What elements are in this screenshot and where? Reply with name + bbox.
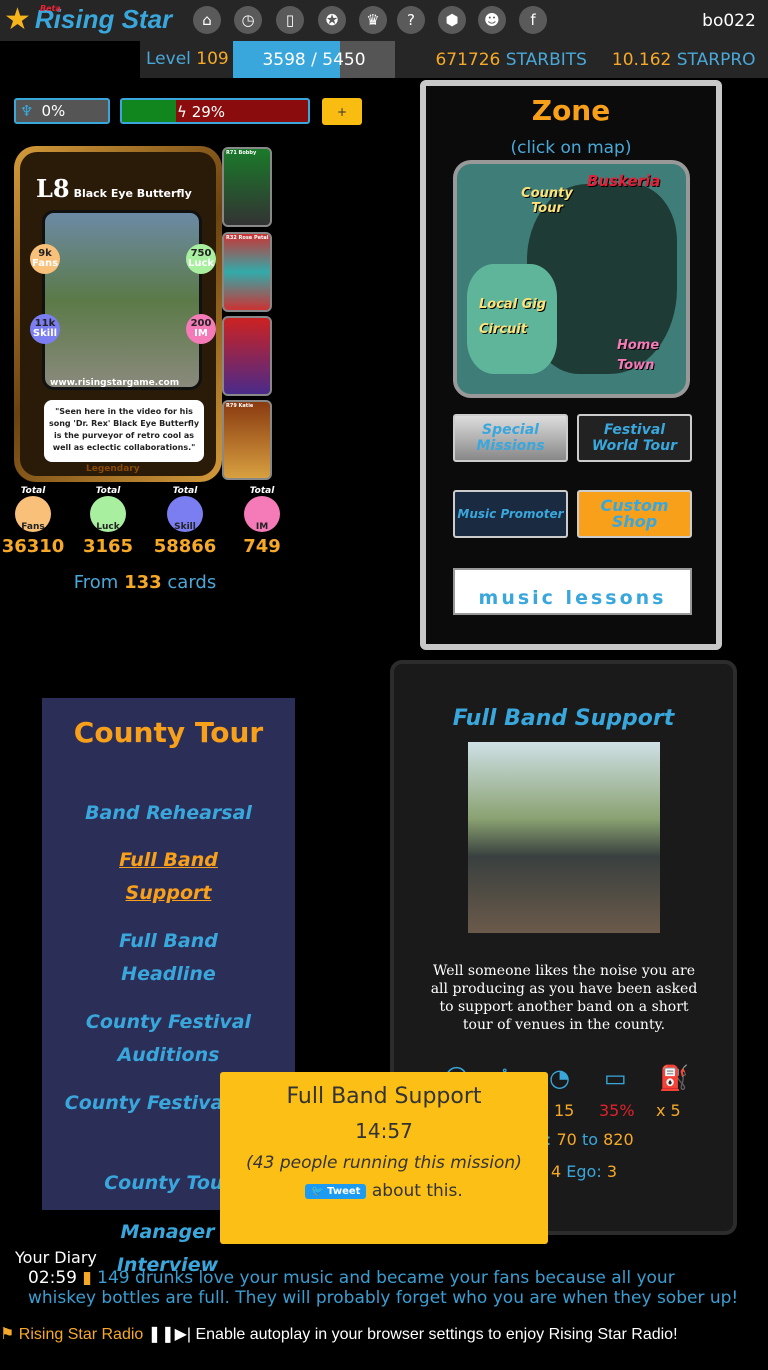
mini-card-label: R32 Rose Petal (226, 235, 269, 241)
card-quote: "Seen here in the video for his song 'Dr… (44, 400, 204, 462)
award-ribbon-icon[interactable]: ✪ (318, 6, 346, 34)
mission-title: Full Band Support (452, 706, 675, 731)
hive-icon[interactable]: ⬢ (438, 6, 466, 34)
radio-bar: ⚑ Rising Star Radio ❚❚▶| Enable autoplay… (0, 1322, 740, 1348)
mission-full-band-support[interactable]: Full Band Support (105, 844, 232, 910)
currency-bar: 671726 STARBITS 10.162 STARPRO (423, 41, 768, 78)
energy-bar: ϟ 29% (120, 98, 310, 124)
trophy-icon[interactable]: ♛ (359, 6, 387, 34)
county-tour-title: County Tour (73, 716, 264, 749)
music-lessons-button[interactable]: music lessons (453, 568, 692, 615)
card-skill: 11k Skill (30, 314, 60, 344)
mini-card-label: R79 Katie (226, 403, 254, 409)
radio-next-button[interactable]: ▶| (175, 1326, 191, 1343)
mission-energy: 35% (599, 1101, 635, 1120)
radio-icon: ⚑ (0, 1326, 15, 1343)
special-missions-button[interactable]: Special Missions (453, 414, 568, 462)
zone-panel: Zone (click on map) County Tour Buskeria… (420, 80, 722, 650)
energy-text: ϟ 29% (177, 103, 226, 121)
map-county-tour[interactable]: County Tour (517, 186, 577, 216)
level-label: Level 109 (146, 49, 229, 69)
mini-card[interactable]: R79 Katie (222, 400, 272, 480)
add-energy-button[interactable]: + (322, 98, 362, 125)
featured-card[interactable]: L8 Black Eye Butterfly 9k Fans 750 Luck 11k… (14, 146, 222, 482)
mission-fuel: x 5 (656, 1101, 681, 1120)
tweet-about-text: about this. (371, 1181, 463, 1201)
mission-ego: 4 Ego: 3 (551, 1162, 618, 1181)
map-buskeria[interactable]: Buskeria (587, 172, 660, 190)
ego-meter: ♆ 0% (14, 98, 110, 124)
mission-county-festival-auditions[interactable]: County Festival Auditions (62, 1006, 275, 1072)
energy-fill (122, 100, 176, 122)
xp-progress-bar: 3598 / 5450 (233, 41, 395, 78)
ego-value: 0% (41, 102, 66, 120)
card-luck: 750 Luck (186, 244, 216, 274)
timer-icon: ◔ (549, 1064, 570, 1092)
zone-map[interactable]: County Tour Buskeria Local Gig Circuit H… (453, 160, 690, 398)
music-promoter-button[interactable]: Music Promoter (453, 490, 568, 538)
festival-world-tour-button[interactable]: Festival World Tour (577, 414, 692, 462)
lightning-icon: ϟ (177, 103, 187, 121)
cards-icon[interactable]: ▯ (276, 6, 304, 34)
logo[interactable]: ★ Beta Rising Star (4, 4, 172, 35)
battery-icon: ▭ (604, 1064, 627, 1092)
twitter-icon: 🐦 (311, 1185, 324, 1197)
stopwatch-icon[interactable]: ◷ (234, 6, 262, 34)
tweet-button[interactable]: 🐦 Tweet (305, 1183, 367, 1199)
mini-card[interactable] (222, 316, 272, 396)
mission-tooltip: Full Band Support 14:57 (43 people runni… (220, 1072, 548, 1244)
mission-image (468, 742, 660, 933)
radio-pause-button[interactable]: ❚❚ (148, 1326, 175, 1343)
diary-entry: 02:59 ▮ 149 drunks love your music and b… (28, 1268, 739, 1308)
radio-label: Rising Star Radio (18, 1326, 144, 1343)
card-rarity: Legendary (86, 464, 140, 474)
zone-title: Zone (531, 94, 611, 127)
card-fans: 9k Fans (30, 244, 60, 274)
starbits: 671726 STARBITS (435, 49, 587, 70)
username[interactable]: bo022 (690, 0, 768, 41)
mission-time: 15 (554, 1101, 575, 1120)
mini-card-label: R71 Bobby (226, 150, 257, 156)
mini-card[interactable]: R71 Bobby (222, 147, 272, 227)
total-skill: Total Skill 58866 (153, 486, 217, 557)
xp-text: 3598 / 5450 (262, 50, 366, 70)
custom-shop-button[interactable]: Custom Shop (577, 490, 692, 538)
card-url: www.risingstargame.com (50, 378, 180, 388)
facebook-icon[interactable]: f (519, 6, 547, 34)
radio-message: Enable autoplay in your browser settings… (195, 1326, 678, 1343)
total-im: Total IM 749 (243, 486, 281, 557)
star-logo-icon: ★ (4, 1, 31, 37)
running-count: (43 people running this mission) (246, 1153, 522, 1173)
mission-range: : 70 to 820 (546, 1130, 634, 1149)
starpro: 10.162 STARPRO (611, 49, 756, 70)
help-icon[interactable]: ? (397, 6, 425, 34)
card-title: L8 Black Eye Butterfly (36, 174, 192, 203)
total-fans: Total Fans 36310 (1, 486, 65, 557)
mission-description: Well someone likes the noise you are all… (430, 963, 698, 1033)
tooltip-title: Full Band Support (286, 1084, 482, 1109)
beer-icon: ▮ (82, 1268, 92, 1288)
diary-title: Your Diary (15, 1248, 97, 1267)
card-photo (42, 210, 202, 390)
map-local-gig-circuit[interactable]: Local Gig Circuit (479, 292, 549, 342)
card-count: From 133 cards (73, 572, 217, 593)
map-home-town[interactable]: Home Town (617, 336, 667, 376)
mission-full-band-headline[interactable]: Full Band Headline (105, 925, 232, 991)
home-icon[interactable]: ⌂ (193, 6, 221, 34)
mission-band-rehearsal[interactable]: Band Rehearsal (42, 797, 295, 830)
fuel-can-icon: ⛽ (659, 1064, 689, 1092)
mission-timer: 14:57 (355, 1119, 413, 1143)
zone-subtitle: (click on map) (510, 138, 632, 158)
ego-person-icon: ♆ (20, 102, 34, 120)
beta-badge: Beta (40, 4, 61, 13)
discord-icon[interactable]: ☻ (478, 6, 506, 34)
card-im: 200 IM (186, 314, 216, 344)
mini-card[interactable]: R32 Rose Petal (222, 232, 272, 312)
total-luck: Total Luck 3165 (82, 486, 134, 557)
